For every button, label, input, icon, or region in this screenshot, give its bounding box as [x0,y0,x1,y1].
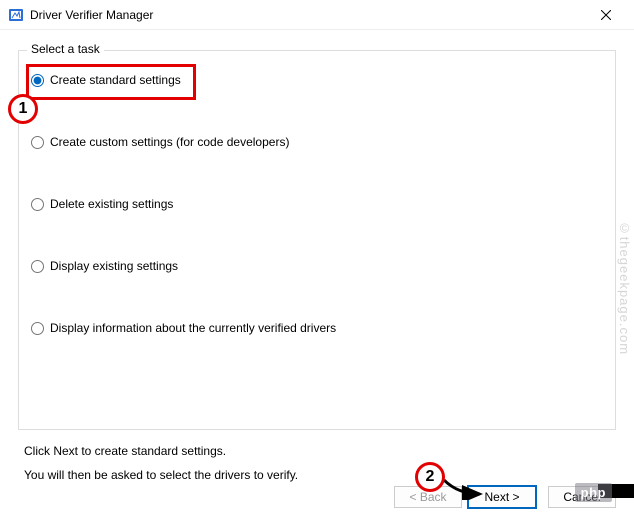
radio-input-custom[interactable] [31,136,44,149]
radio-label-delete[interactable]: Delete existing settings [50,197,173,211]
wizard-button-row: < Back Next > Cancel [394,486,616,508]
radio-create-standard[interactable]: Create standard settings [29,73,605,87]
close-icon[interactable] [586,7,626,23]
radio-input-info[interactable] [31,322,44,335]
content-area: Select a task Create standard settings C… [0,30,634,482]
instruction-line-1: Click Next to create standard settings. [24,444,616,458]
radio-create-custom[interactable]: Create custom settings (for code develop… [29,135,605,149]
radio-label-info[interactable]: Display information about the currently … [50,321,336,335]
window-title: Driver Verifier Manager [30,8,586,22]
radio-input-standard[interactable] [31,74,44,87]
titlebar: Driver Verifier Manager [0,0,634,30]
task-groupbox: Select a task Create standard settings C… [18,50,616,430]
instructions-block: Click Next to create standard settings. … [18,444,616,482]
radio-input-delete[interactable] [31,198,44,211]
radio-display-info[interactable]: Display information about the currently … [29,321,605,335]
app-icon [8,7,24,23]
next-button[interactable]: Next > [468,486,536,508]
radio-delete-existing[interactable]: Delete existing settings [29,197,605,211]
instruction-line-2: You will then be asked to select the dri… [24,468,616,482]
radio-label-custom[interactable]: Create custom settings (for code develop… [50,135,289,149]
back-button: < Back [394,486,462,508]
redacted-block [598,484,634,498]
radio-input-display[interactable] [31,260,44,273]
radio-label-display[interactable]: Display existing settings [50,259,178,273]
radio-label-standard[interactable]: Create standard settings [50,73,181,87]
group-label: Select a task [27,42,104,56]
radio-display-existing[interactable]: Display existing settings [29,259,605,273]
